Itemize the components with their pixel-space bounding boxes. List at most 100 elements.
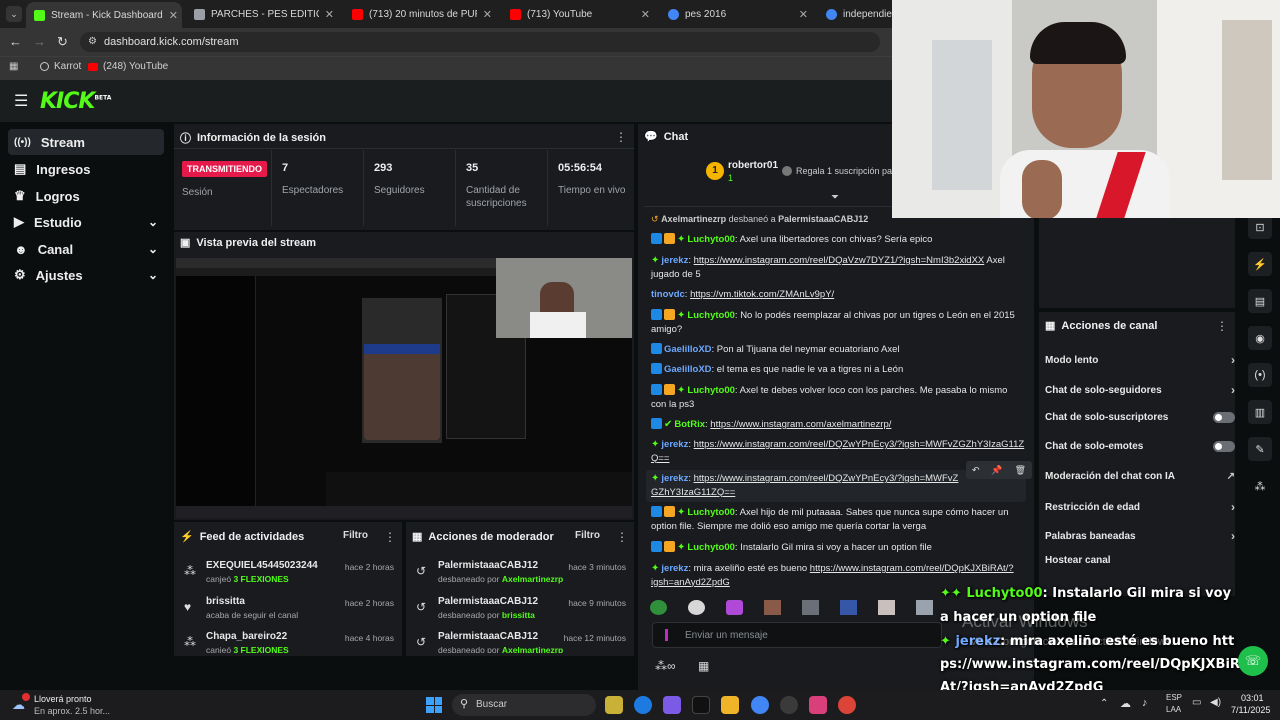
more-options-icon[interactable]: ⋮ <box>1216 319 1228 333</box>
emote-icon[interactable] <box>840 600 857 615</box>
chat-username[interactable]: Luchyto00 <box>687 234 735 245</box>
emote-icon[interactable] <box>916 600 933 615</box>
action-ai-moderation[interactable]: Moderación del chat con IA ↗ <box>1045 471 1235 482</box>
sidebar-item-canal[interactable]: ☻ Canal ⌄ <box>8 236 164 262</box>
floating-chat-button[interactable]: ☏ <box>1238 646 1268 676</box>
menu-hamburger-icon[interactable]: ☰ <box>14 91 28 111</box>
instagram-icon[interactable] <box>809 696 827 714</box>
chat-username[interactable]: Luchyto00 <box>687 542 735 553</box>
kick-emotes-icon[interactable]: ⁂∞ <box>655 659 676 673</box>
bolt-icon[interactable]: ⚡ <box>1248 252 1272 276</box>
mod-target-user[interactable]: PalermistaaaCABJ12 <box>438 631 538 642</box>
browser-tab[interactable]: PARCHES - PES EDITION - PES ✕ <box>186 3 342 25</box>
action-host-channel[interactable]: Hostear canal <box>1045 555 1235 566</box>
file-explorer-icon[interactable] <box>605 696 623 714</box>
emote-icon[interactable] <box>688 600 705 615</box>
mod-target-user[interactable]: PalermistaaaCABJ12 <box>438 560 538 571</box>
kick-emotes-icon[interactable]: ⁂ <box>1248 474 1272 498</box>
site-info-icon[interactable]: ⚙ <box>88 32 97 52</box>
action-age-restriction[interactable]: Restricción de edad › <box>1045 500 1235 514</box>
close-tab-icon[interactable]: ✕ <box>169 9 178 22</box>
mod-target-user[interactable]: PalermistaaaCABJ12 <box>438 596 538 607</box>
chat-username[interactable]: jerekz <box>661 473 688 484</box>
tiktok-icon[interactable] <box>692 696 710 714</box>
chrome-profile-icon[interactable] <box>838 696 856 714</box>
tray-chevron-up-icon[interactable]: ⌃ <box>1100 698 1108 709</box>
wrench-icon[interactable]: ✎ <box>1248 437 1272 461</box>
camera-icon[interactable]: ⊡ <box>1248 215 1272 239</box>
sidebar-item-logros[interactable]: ♛ Logros <box>8 183 164 209</box>
store-icon[interactable]: ▦ <box>698 659 709 673</box>
more-options-icon[interactable]: ⋮ <box>384 530 396 544</box>
apps-grid-icon[interactable]: ▦ <box>9 61 18 72</box>
clock-time[interactable]: 03:01 <box>1241 693 1264 703</box>
close-tab-icon[interactable]: ✕ <box>325 8 334 21</box>
activity-user[interactable]: brissitta <box>206 596 245 607</box>
more-options-icon[interactable]: ⋮ <box>615 130 627 144</box>
clock-date[interactable]: 7/11/2025 <box>1231 705 1270 715</box>
chat-username[interactable]: Luchyto00 <box>687 310 735 321</box>
sidebar-item-stream[interactable]: ((•)) Stream <box>8 129 164 155</box>
emote-icon[interactable] <box>764 600 781 615</box>
windows-start-icon[interactable] <box>426 697 442 713</box>
chat-username[interactable]: tinovdc <box>651 289 685 300</box>
mod-filter-button[interactable]: Filtro <box>575 530 600 541</box>
close-tab-icon[interactable]: ✕ <box>799 8 808 21</box>
emote-icon[interactable] <box>878 600 895 615</box>
activity-filter-button[interactable]: Filtro <box>343 530 368 541</box>
bookmark-karrot[interactable]: Karrot <box>40 61 81 72</box>
folder-icon[interactable] <box>721 696 739 714</box>
activity-user[interactable]: EXEQUIEL45445023244 <box>206 560 318 571</box>
tab-search-icon[interactable]: ⌄ <box>6 6 22 22</box>
gift-prompt[interactable]: Regala 1 suscripción para <box>796 166 900 176</box>
taskbar-search[interactable]: ⚲ Buscar <box>452 694 596 716</box>
pin-icon[interactable]: ⏷ <box>831 192 839 203</box>
browser-tab[interactable]: pes 2016 ✕ <box>660 3 816 25</box>
chat-input[interactable]: Enviar un mensaje <box>652 622 942 648</box>
action-banned-words[interactable]: Palabras baneadas › <box>1045 529 1235 543</box>
keyboard-indicator[interactable]: LAA <box>1166 705 1181 714</box>
browser-tab[interactable]: independiente <box>818 3 898 25</box>
emote-icon[interactable] <box>726 600 743 615</box>
layout-icon[interactable]: ▥ <box>1248 400 1272 424</box>
reply-icon[interactable]: ↶ <box>972 465 980 476</box>
action-followers-only[interactable]: Chat de solo-seguidores › <box>1045 383 1235 397</box>
stream-preview-video[interactable] <box>176 258 632 518</box>
sidebar-item-estudio[interactable]: ▶ Estudio ⌄ <box>8 209 164 235</box>
browser-tab[interactable]: Stream - Kick Dashboard ✕ <box>26 2 182 28</box>
sidebar-item-ingresos[interactable]: ▤ Ingresos <box>8 156 164 182</box>
chat-username[interactable]: jerekz <box>661 439 688 450</box>
emote-icon[interactable] <box>650 600 667 615</box>
obs-icon[interactable] <box>780 696 798 714</box>
volume-icon[interactable]: ◀) <box>1210 697 1221 708</box>
back-icon[interactable]: ← <box>9 34 22 49</box>
action-slow-mode[interactable]: Modo lento › <box>1045 353 1235 367</box>
bookmark-youtube[interactable]: (248) YouTube <box>88 61 168 72</box>
pin-message-icon[interactable]: 📌 <box>991 465 1002 476</box>
url-input[interactable]: ⚙ dashboard.kick.com/stream <box>80 32 880 52</box>
clipboard-icon[interactable]: ▤ <box>1248 289 1272 313</box>
reload-icon[interactable]: ↻ <box>57 34 68 50</box>
network-icon[interactable]: ▭ <box>1192 697 1201 708</box>
chat-link[interactable]: https://www.instagram.com/reel/DQZwYPnEc… <box>651 473 958 498</box>
more-options-icon[interactable]: ⋮ <box>616 530 628 544</box>
chrome-icon[interactable] <box>751 696 769 714</box>
delete-icon[interactable]: 🗑 <box>1015 465 1026 476</box>
top-gifter[interactable]: 1 robertor01 1 Regala 1 suscripción para <box>706 160 900 186</box>
onedrive-icon[interactable]: ☁ <box>1120 697 1131 710</box>
system-target[interactable]: PalermistaaaCABJ12 <box>778 214 868 224</box>
emotes-only-toggle[interactable] <box>1213 441 1235 452</box>
chat-username[interactable]: jerekz <box>661 255 688 266</box>
system-user[interactable]: Axelmartinezrp <box>661 214 726 224</box>
language-indicator[interactable]: ESP <box>1166 693 1182 702</box>
kick-logo[interactable]: KICKBETA <box>40 89 111 114</box>
edge-icon[interactable] <box>634 696 652 714</box>
broadcast-icon[interactable]: (•) <box>1248 363 1272 387</box>
activity-user[interactable]: Chapa_bareiro22 <box>206 631 287 642</box>
microphone-icon[interactable]: ♪ <box>1142 697 1148 709</box>
chat-link[interactable]: https://www.instagram.com/reel/DQZwYPnEc… <box>651 439 1024 464</box>
chat-link[interactable]: https://vm.tiktok.com/ZMAnLv9pY/ <box>690 289 834 300</box>
emote-icon[interactable] <box>802 600 819 615</box>
chat-link[interactable]: https://www.instagram.com/axelmartinezrp… <box>710 419 891 430</box>
chat-username[interactable]: BotRix <box>674 419 705 430</box>
